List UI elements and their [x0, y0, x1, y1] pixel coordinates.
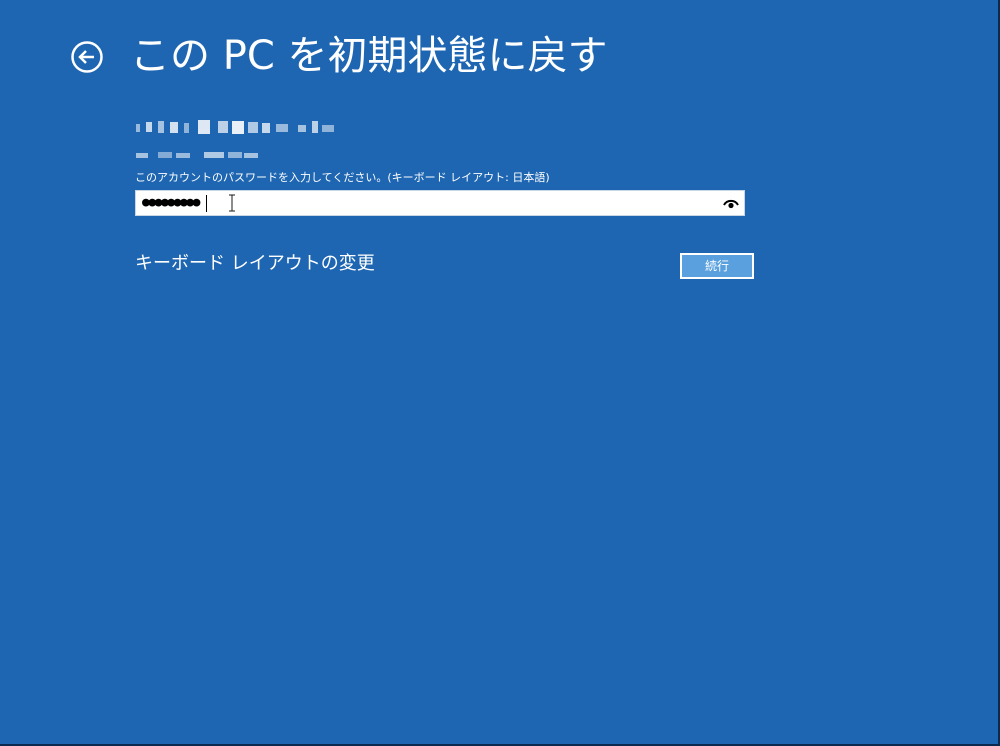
back-arrow-icon — [71, 41, 103, 73]
password-input[interactable]: ●●●●●●●●● — [135, 190, 745, 216]
page-frame — [0, 0, 1000, 746]
eye-icon[interactable] — [723, 196, 739, 210]
ibeam-cursor-icon — [229, 194, 235, 212]
continue-button[interactable]: 続行 — [680, 253, 754, 279]
page-title: この PC を初期状態に戻す — [130, 33, 608, 79]
text-caret — [206, 195, 207, 212]
account-email-obscured — [136, 151, 260, 161]
change-keyboard-layout-link[interactable]: キーボード レイアウトの変更 — [135, 252, 375, 276]
back-button[interactable] — [70, 40, 104, 74]
account-name-obscured — [136, 120, 346, 136]
password-masked-value: ●●●●●●●●● — [142, 195, 200, 210]
password-prompt: このアカウントのパスワードを入力してください。(キーボード レイアウト: 日本語… — [135, 171, 550, 184]
